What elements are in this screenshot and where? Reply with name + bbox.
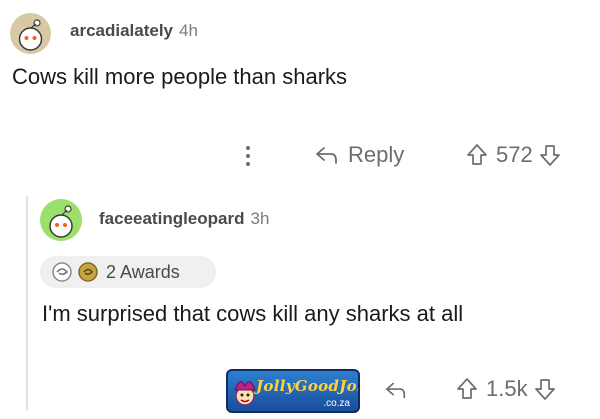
comment-header: faceeatingleopard 3h bbox=[99, 209, 269, 229]
score: 1.5k bbox=[486, 376, 528, 401]
watermark-domain: .co.za bbox=[323, 398, 350, 409]
awards-badge[interactable]: 2 Awards bbox=[40, 256, 216, 288]
reply-button[interactable] bbox=[384, 378, 408, 402]
timestamp: 4h bbox=[179, 21, 198, 40]
avatar[interactable] bbox=[40, 199, 82, 241]
username[interactable]: faceeatingleopard bbox=[99, 209, 245, 228]
awards-label: 2 Awards bbox=[106, 261, 180, 282]
comment-header: arcadialately 4h bbox=[70, 21, 198, 41]
vote-controls: 1.5k bbox=[456, 376, 556, 402]
award-icon bbox=[78, 262, 98, 282]
upvote-icon[interactable] bbox=[456, 376, 478, 402]
username[interactable]: arcadialately bbox=[70, 21, 173, 40]
timestamp: 3h bbox=[250, 209, 270, 228]
comment-body: I'm surprised that cows kill any sharks … bbox=[42, 301, 464, 326]
thread-line[interactable] bbox=[26, 196, 28, 411]
more-options-button[interactable] bbox=[244, 144, 252, 168]
reply-arrow-icon bbox=[385, 382, 406, 399]
vote-controls: 572 bbox=[466, 142, 561, 168]
avatar[interactable] bbox=[10, 13, 51, 54]
award-icon bbox=[52, 262, 72, 282]
score: 572 bbox=[496, 142, 533, 167]
more-icon bbox=[246, 146, 250, 166]
watermark-name: JollyGoodJokes bbox=[256, 377, 358, 395]
upvote-icon[interactable] bbox=[466, 142, 488, 168]
reply-button[interactable]: Reply bbox=[314, 142, 404, 168]
reply-arrow-icon bbox=[316, 147, 337, 164]
reply-label: Reply bbox=[348, 142, 405, 167]
comment-body: Cows kill more people than sharks bbox=[12, 64, 348, 89]
downvote-icon[interactable] bbox=[539, 142, 561, 168]
downvote-icon[interactable] bbox=[534, 376, 556, 402]
watermark-logo: JollyGoodJokes .co.za bbox=[226, 369, 360, 413]
